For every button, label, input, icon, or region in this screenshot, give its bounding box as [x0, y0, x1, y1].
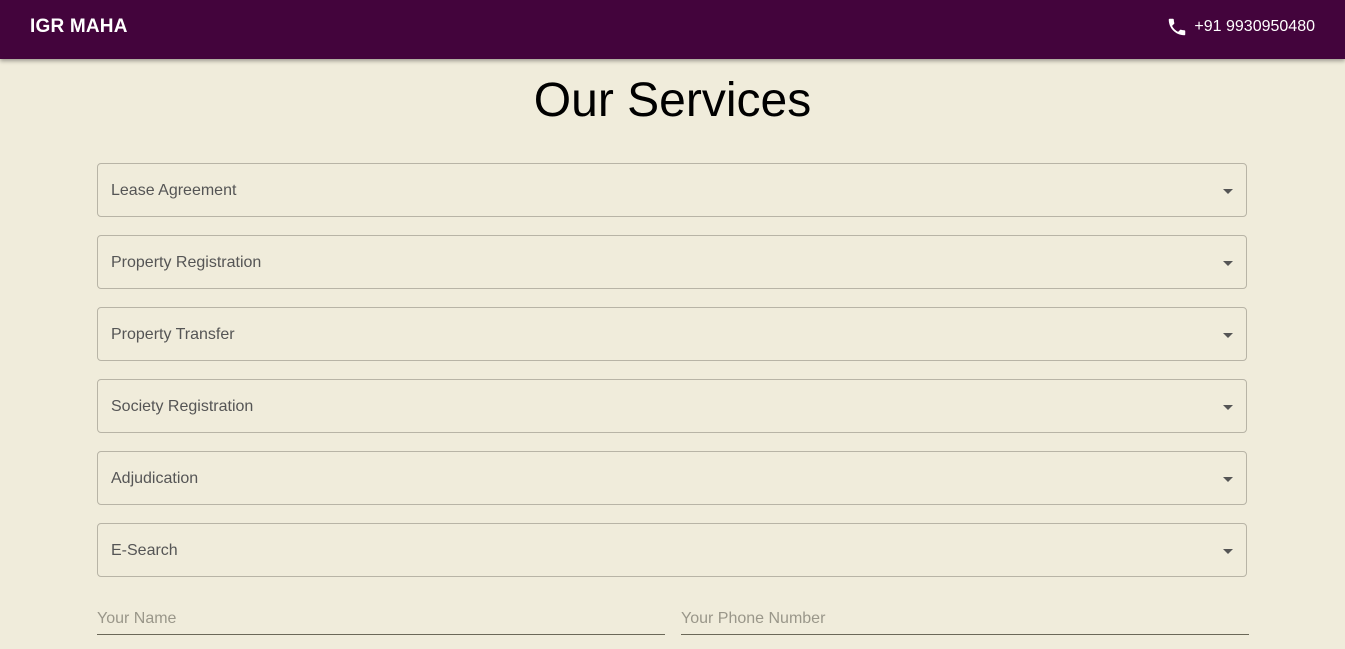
chevron-down-icon	[1223, 189, 1233, 194]
top-app-bar: IGR MAHA +91 9930950480	[0, 0, 1345, 59]
select-label: E-Search	[111, 542, 178, 559]
phone-contact[interactable]: +91 9930950480	[1166, 16, 1315, 38]
service-select-lease-agreement[interactable]: Lease Agreement	[97, 163, 1247, 217]
select-label: Adjudication	[111, 470, 199, 487]
service-select-society-registration[interactable]: Society Registration	[97, 379, 1247, 433]
chevron-down-icon	[1223, 549, 1233, 554]
phone-input[interactable]	[681, 608, 1249, 630]
select-label: Lease Agreement	[111, 182, 237, 199]
service-select-adjudication[interactable]: Adjudication	[97, 451, 1247, 505]
page-title: Our Services	[533, 74, 812, 127]
service-select-property-transfer[interactable]: Property Transfer	[97, 307, 1247, 361]
brand-logo[interactable]: IGR MAHA	[30, 16, 128, 38]
chevron-down-icon	[1223, 333, 1233, 338]
service-select-property-registration[interactable]: Property Registration	[97, 235, 1247, 289]
name-field	[97, 603, 665, 635]
phone-number: +91 9930950480	[1194, 18, 1315, 35]
chevron-down-icon	[1223, 405, 1233, 410]
service-select-e-search[interactable]: E-Search	[97, 523, 1247, 577]
select-label: Property Registration	[111, 254, 262, 271]
chevron-down-icon	[1223, 477, 1233, 482]
name-input[interactable]	[97, 608, 665, 630]
phone-field	[681, 603, 1249, 635]
phone-icon	[1169, 18, 1186, 36]
chevron-down-icon	[1223, 261, 1233, 266]
select-label: Society Registration	[111, 398, 254, 415]
select-label: Property Transfer	[111, 326, 235, 343]
